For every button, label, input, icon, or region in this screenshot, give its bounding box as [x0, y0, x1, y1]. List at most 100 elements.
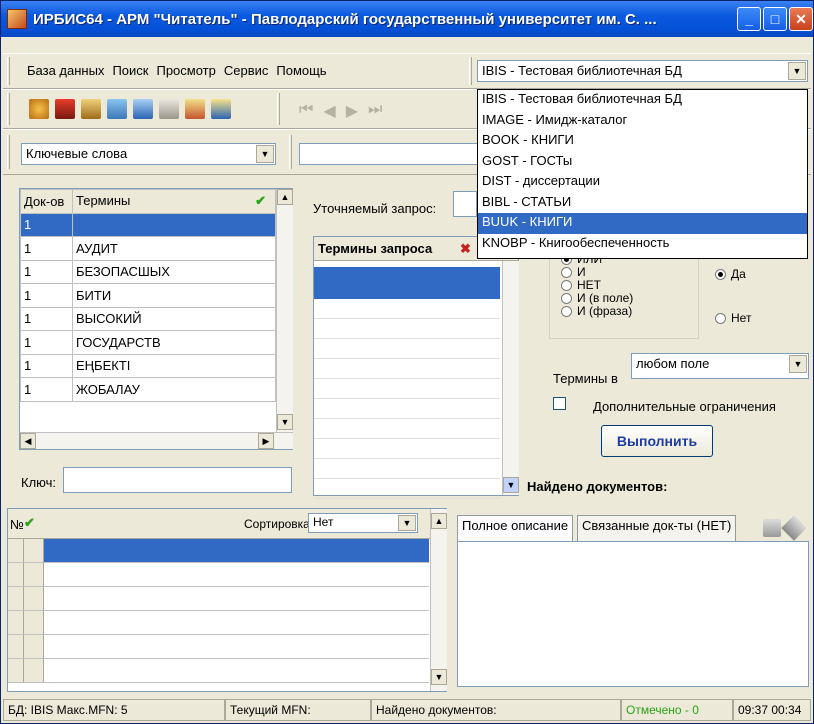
list-item[interactable]	[314, 299, 500, 319]
radio-icon[interactable]	[561, 306, 572, 318]
list-item[interactable]	[314, 319, 500, 339]
tab-full-description[interactable]: Полное описание	[457, 515, 574, 541]
radio-icon[interactable]	[715, 269, 726, 281]
basket-icon[interactable]	[763, 519, 781, 537]
radio-icon[interactable]	[561, 293, 572, 305]
table-row[interactable]	[8, 635, 429, 659]
menu-view[interactable]: Просмотр	[152, 63, 219, 78]
scroll-left-icon[interactable]: ◀	[20, 433, 36, 449]
scroll-down-icon[interactable]: ▼	[503, 477, 519, 493]
menu-help[interactable]: Помощь	[272, 63, 330, 78]
scroll-up-icon[interactable]: ▲	[277, 189, 293, 205]
row-check-cell[interactable]	[24, 539, 44, 562]
row-check-cell[interactable]	[24, 611, 44, 634]
database-option[interactable]: BUUK - КНИГИ	[478, 213, 807, 234]
query-scrollbar[interactable]: ▼	[502, 261, 519, 495]
title-bar[interactable]: ИРБИС64 - АРМ "Читатель" - Павлодарский …	[1, 1, 813, 37]
table-row[interactable]	[8, 659, 429, 683]
database-option[interactable]: KNOBP - Книгообеспеченность	[478, 234, 807, 255]
menu-search[interactable]: Поиск	[108, 63, 152, 78]
truncation-option[interactable]: Нет	[715, 311, 751, 325]
menu-grip[interactable]	[7, 57, 10, 85]
database-option[interactable]: IMAGE - Имидж-каталог	[478, 111, 807, 132]
row-check-cell[interactable]	[24, 587, 44, 610]
list-item[interactable]	[314, 419, 500, 439]
database-option[interactable]: IBIS - Тестовая библиотечная БД	[478, 90, 807, 111]
tag-icon[interactable]	[781, 515, 807, 541]
menu-database[interactable]: База данных	[23, 63, 108, 78]
radio-icon[interactable]	[561, 280, 572, 292]
row-check-cell[interactable]	[24, 659, 44, 682]
chevron-down-icon[interactable]: ▼	[789, 355, 807, 373]
refine-input[interactable]	[453, 191, 477, 217]
search-type-grip[interactable]	[7, 135, 10, 169]
maximize-button[interactable]: □	[763, 7, 787, 31]
menu-service[interactable]: Сервис	[220, 63, 273, 78]
row-check-cell[interactable]	[24, 563, 44, 586]
col-docs-header[interactable]: Док-ов	[20, 189, 73, 214]
table-row[interactable]: 1 БЕЗОПАСШЫХ	[20, 259, 276, 284]
terms-scrollbar[interactable]: ▲ ▼	[276, 189, 293, 432]
radio-icon[interactable]	[715, 313, 726, 325]
checkmark-icon[interactable]: ✔	[24, 515, 35, 531]
list-icon[interactable]	[159, 99, 179, 119]
next-icon[interactable]: ▶	[346, 101, 358, 121]
scroll-down-icon[interactable]: ▼	[277, 414, 293, 430]
database-select[interactable]: IBIS - Тестовая библиотечная БД ▼	[477, 60, 808, 82]
scroll-right-icon[interactable]: ▶	[258, 433, 274, 449]
list-item[interactable]	[314, 459, 500, 479]
find-icon[interactable]	[133, 99, 153, 119]
results-scrollbar[interactable]: ▲ ▼	[430, 509, 447, 691]
list-item[interactable]	[314, 399, 500, 419]
table-row[interactable]: 1 ЖОБАЛАУ	[20, 377, 276, 402]
chevron-down-icon[interactable]: ▼	[256, 145, 274, 163]
table-row[interactable]	[8, 539, 429, 563]
sort-select[interactable]: Нет ▼	[308, 513, 418, 533]
terms-in-select[interactable]: любом поле ▼	[631, 353, 809, 379]
table-row[interactable]: 1 ГОСУДАРСТВ	[20, 330, 276, 355]
catalog-icon[interactable]	[107, 99, 127, 119]
table-row[interactable]	[8, 611, 429, 635]
delete-icon[interactable]: ✖	[460, 241, 471, 257]
list-item[interactable]	[314, 339, 500, 359]
database-option[interactable]: DIST - диссертации	[478, 172, 807, 193]
order-icon[interactable]	[185, 99, 205, 119]
table-row[interactable]	[8, 563, 429, 587]
close-button[interactable]: ✕	[789, 7, 813, 31]
toolbar-grip[interactable]	[7, 93, 10, 125]
last-icon[interactable]: ⏭	[368, 101, 382, 121]
row-check-cell[interactable]	[24, 635, 44, 658]
col-no-header[interactable]: №	[10, 517, 24, 532]
extra-limits-checkbox[interactable]	[553, 397, 566, 410]
tab-linked-docs[interactable]: Связанные док-ты (НЕТ)	[577, 515, 737, 541]
table-row[interactable]	[8, 587, 429, 611]
nav-grip[interactable]	[277, 93, 280, 125]
database-dropdown-list[interactable]: IBIS - Тестовая библиотечная БД IMAGE - И…	[477, 89, 808, 259]
col-terms-header[interactable]: Термины ✔	[72, 189, 276, 214]
query-term-selected[interactable]	[314, 267, 500, 299]
table-row[interactable]: 1 ЕҢБЕКТІ	[20, 353, 276, 378]
radio-icon[interactable]	[561, 267, 572, 279]
query-grip[interactable]	[289, 135, 292, 169]
list-item[interactable]	[314, 439, 500, 459]
table-row[interactable]: 1 АУДИТ	[20, 236, 276, 261]
database-option[interactable]: BIBL - СТАТЬИ	[478, 193, 807, 214]
database-option[interactable]: BOOK - КНИГИ	[478, 131, 807, 152]
query-input[interactable]	[299, 143, 479, 165]
chevron-down-icon[interactable]: ▼	[788, 62, 806, 80]
list-item[interactable]	[314, 479, 500, 499]
truncation-option[interactable]: Да	[715, 267, 751, 281]
scroll-up-icon[interactable]: ▲	[431, 513, 447, 529]
db-grip[interactable]	[469, 57, 472, 85]
first-icon[interactable]: ⏮	[299, 101, 313, 121]
table-row[interactable]: 1	[20, 212, 276, 237]
chevron-down-icon[interactable]: ▼	[398, 515, 416, 531]
search-type-select[interactable]: Ключевые слова ▼	[21, 143, 276, 165]
basket-icon[interactable]	[55, 99, 75, 119]
scroll-down-icon[interactable]: ▼	[431, 669, 447, 685]
terms-hscrollbar[interactable]: ◀ ▶	[20, 432, 293, 449]
table-row[interactable]: 1 БИТИ	[20, 283, 276, 308]
minimize-button[interactable]: _	[737, 7, 761, 31]
new-reader-icon[interactable]	[29, 99, 49, 119]
database-option[interactable]: GOST - ГОСТы	[478, 152, 807, 173]
